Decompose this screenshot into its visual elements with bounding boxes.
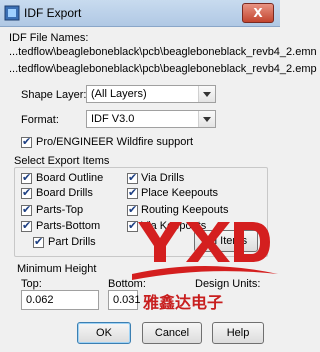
parts-bottom-checkbox[interactable] [21,219,32,232]
board-drills-label: Board Drills [36,187,93,199]
watermark-logo [132,222,278,280]
help-button[interactable]: Help [212,322,264,344]
parts-top-label: Parts-Top [36,204,84,216]
close-button[interactable]: X [242,3,274,23]
proe-label: Pro/ENGINEER Wildfire support [36,136,194,148]
emp-file-path: ...tedflow\beagleboneblack\pcb\beaglebon… [9,63,317,75]
board-outline-label: Board Outline [36,172,104,184]
ok-button[interactable]: OK [77,322,131,344]
board-drills-checkbox[interactable] [21,186,32,199]
idf-app-icon [4,5,20,21]
via-drills-checkbox[interactable] [127,171,138,184]
window-title: IDF Export [24,6,82,20]
shape-layer-select[interactable]: (All Layers) [86,85,216,103]
board-outline-checkbox[interactable] [21,171,32,184]
routing-keepouts-label: Routing Keepouts [141,204,229,216]
idf-export-dialog: IDF Export X IDF File Names: ...tedflow\… [0,0,317,352]
format-label: Format: [21,114,59,126]
format-value: IDF V3.0 [91,113,135,125]
routing-keepouts-checkbox[interactable] [127,203,138,216]
parts-bottom-label: Parts-Bottom [36,220,101,232]
parts-top-checkbox[interactable] [21,203,32,216]
top-height-input[interactable]: 0.062 [21,290,99,310]
top-label: Top: [21,278,42,290]
emn-file-path: ...tedflow\beagleboneblack\pcb\beaglebon… [9,46,317,58]
watermark-text: 雅鑫达电子 [143,293,224,312]
cancel-button[interactable]: Cancel [142,322,202,344]
min-height-group-label: Minimum Height [17,263,97,275]
via-drills-label: Via Drills [141,172,185,184]
file-names-label: IDF File Names: [9,32,89,44]
place-keepouts-label: Place Keepouts [141,187,219,199]
part-drills-checkbox[interactable] [33,235,44,248]
place-keepouts-checkbox[interactable] [127,186,138,199]
shape-layer-label: Shape Layer: [21,89,87,101]
export-items-group-label: Select Export Items [14,155,110,167]
shape-layer-value: (All Layers) [91,88,147,100]
chevron-down-icon [198,111,215,127]
format-select[interactable]: IDF V3.0 [86,110,216,128]
proe-checkbox[interactable] [21,135,32,148]
title-bar[interactable]: IDF Export X [0,0,280,27]
chevron-down-icon [198,86,215,102]
bottom-height-input[interactable]: 0.031 [108,290,141,310]
part-drills-label: Part Drills [48,236,96,248]
